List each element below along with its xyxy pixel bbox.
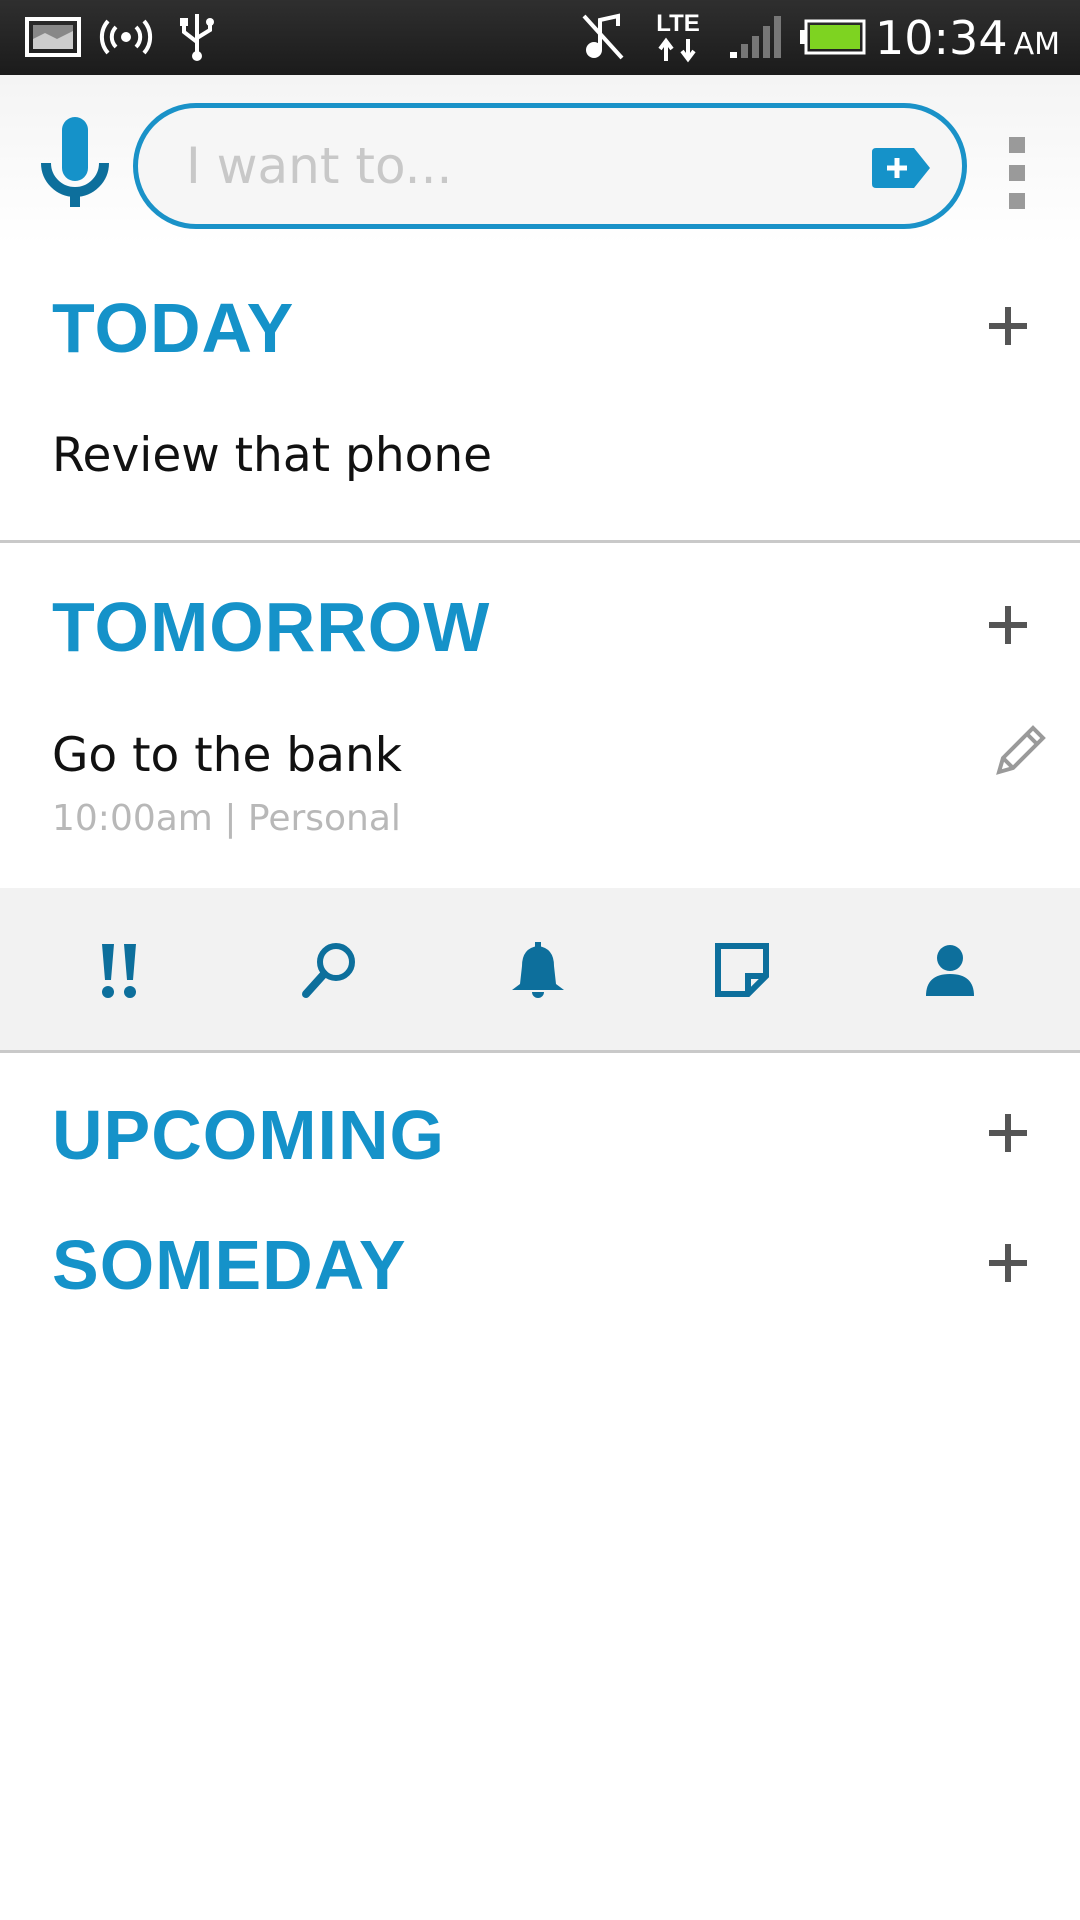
add-upcoming-icon[interactable] [985, 1110, 1031, 1156]
battery-icon [798, 12, 868, 62]
overflow-menu-icon[interactable] [1003, 133, 1033, 213]
section-divider [0, 540, 1080, 543]
contact-icon[interactable] [920, 940, 980, 1000]
reminder-bell-icon[interactable] [508, 940, 568, 1000]
search-input[interactable] [186, 126, 836, 206]
note-icon[interactable] [712, 940, 772, 1000]
clock-time: 10:34 [875, 11, 1008, 65]
microphone-icon[interactable] [40, 115, 110, 215]
task-title[interactable]: Go to the bank [52, 728, 402, 783]
signal-icon [728, 12, 784, 62]
task-title[interactable]: Review that phone [52, 428, 492, 483]
edit-pencil-icon[interactable] [993, 722, 1049, 778]
lte-data-icon: LTE [650, 10, 706, 63]
section-title-today: TODAY [52, 289, 295, 367]
add-someday-icon[interactable] [985, 1240, 1031, 1286]
add-task-tag-icon[interactable] [868, 146, 932, 190]
wireless-broadcast-icon [98, 12, 154, 62]
priority-icon[interactable] [90, 940, 150, 1000]
add-tomorrow-icon[interactable] [985, 602, 1031, 648]
gallery-icon [24, 12, 82, 62]
section-title-someday: SOMEDAY [52, 1226, 407, 1304]
usb-icon [174, 12, 220, 62]
status-bar: LTE 10:34 AM [0, 0, 1080, 75]
top-bar [0, 75, 1080, 245]
toolbar-divider [0, 1050, 1080, 1053]
status-clock: 10:34 AM [875, 8, 1060, 68]
action-toolbar [0, 888, 1080, 1050]
music-muted-icon [580, 12, 626, 62]
search-icon[interactable] [300, 940, 360, 1000]
search-box[interactable] [133, 103, 967, 229]
task-meta: 10:00am | Personal [52, 798, 401, 839]
lte-label: LTE [656, 10, 700, 37]
section-title-upcoming: UPCOMING [52, 1096, 445, 1174]
clock-ampm: AM [1013, 27, 1060, 62]
section-title-tomorrow: TOMORROW [52, 588, 491, 666]
add-today-icon[interactable] [985, 303, 1031, 349]
